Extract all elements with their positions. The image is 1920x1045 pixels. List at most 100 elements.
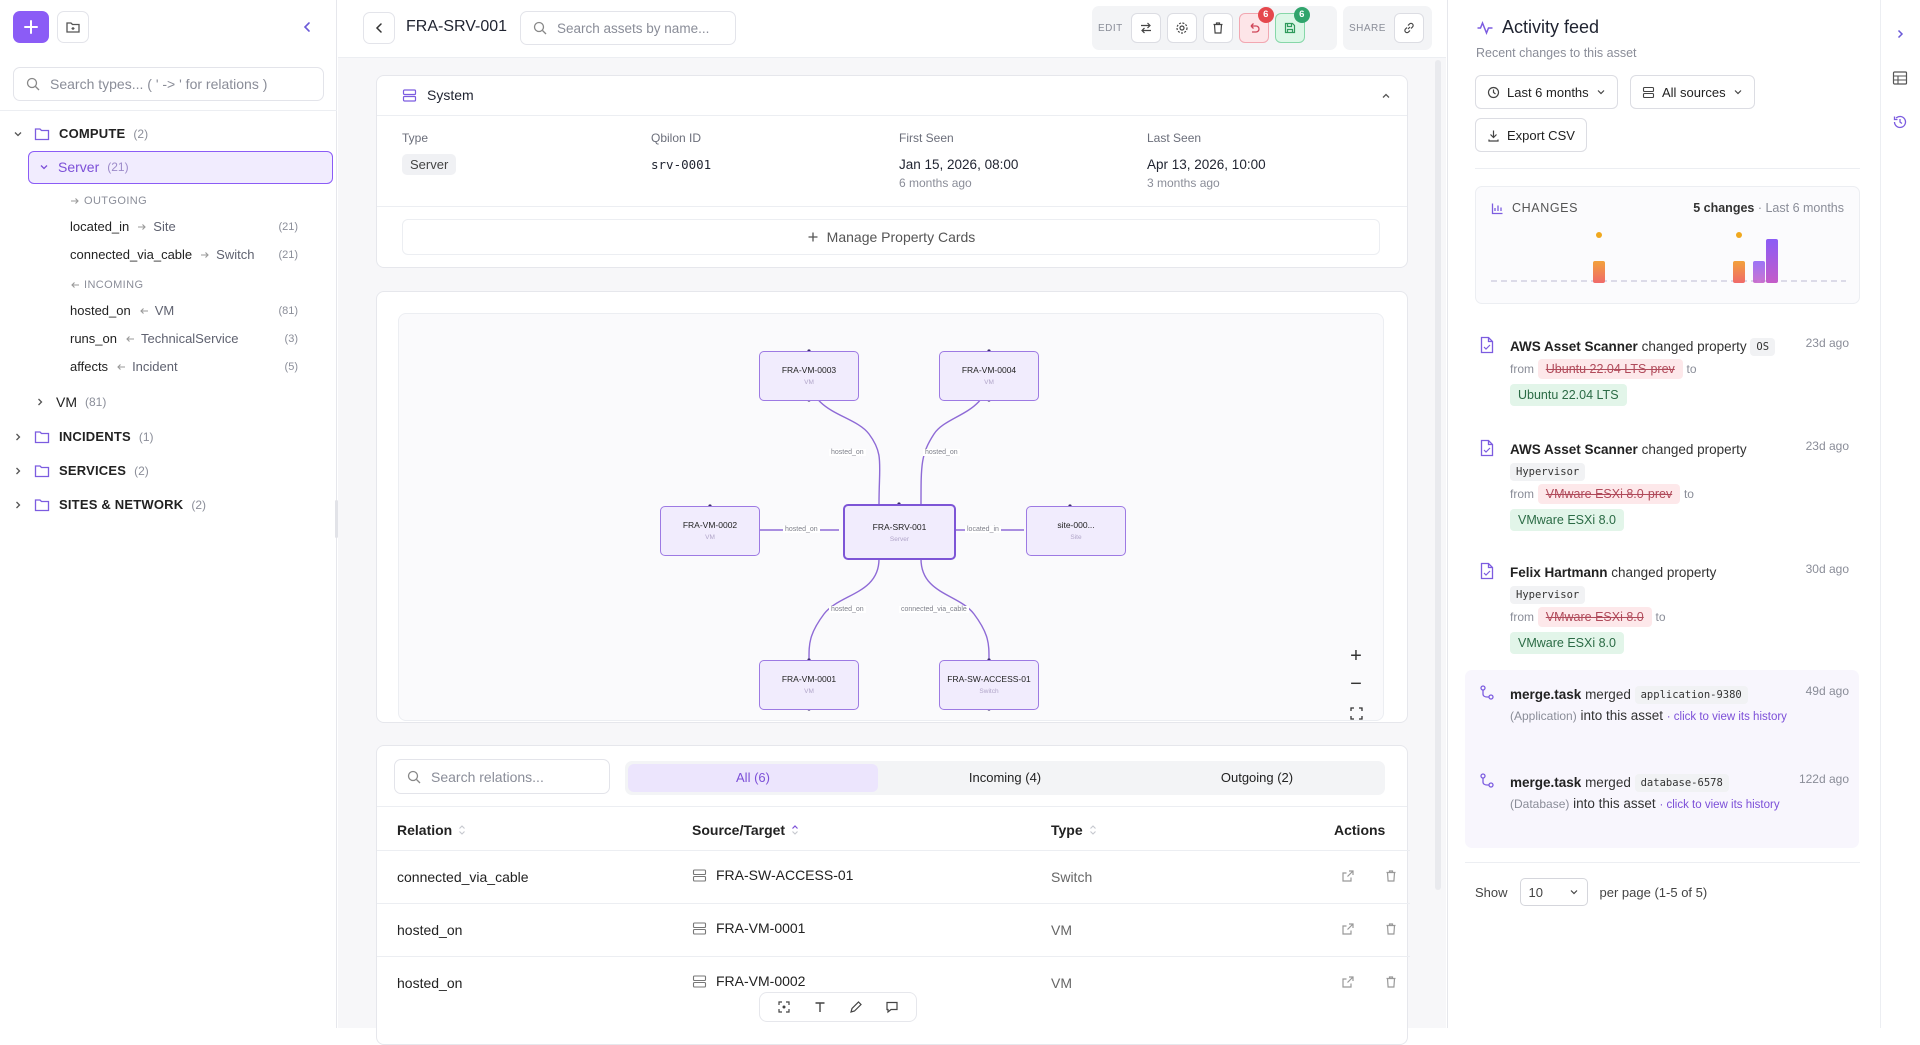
tree-category-sites-network[interactable]: SITES & NETWORK (2) [12,497,206,512]
arrow-left-icon [139,306,149,316]
tree-category-services[interactable]: SERVICES (2) [12,463,149,478]
main-scrollbar[interactable] [1435,60,1441,890]
open-external-icon[interactable] [1341,975,1355,989]
server-icon [1642,86,1655,99]
view-history-link[interactable]: · click to view its history [1659,799,1779,811]
graph-node[interactable]: FRA-VM-0003 VM [759,351,859,401]
cell-target[interactable]: FRA-VM-0002 [692,973,805,989]
text-tool-icon[interactable] [813,1000,827,1014]
open-external-icon[interactable] [1341,922,1355,936]
relation-filter-tabs: All (6) Incoming (4) Outgoing (2) [625,761,1385,795]
time-range-dropdown[interactable]: Last 6 months [1475,75,1618,109]
graph-node[interactable]: FRA-VM-0004 VM [939,351,1039,401]
gear-icon [1176,22,1188,34]
verb: changed property [1641,339,1747,354]
chevron-left-icon[interactable] [296,16,318,38]
graph-node[interactable]: FRA-VM-0001 VM [759,660,859,710]
file-change-icon [1478,562,1496,580]
tree-category-incidents[interactable]: INCIDENTS (1) [12,429,154,444]
tree-type-server-row[interactable]: Server (21) [38,159,129,175]
swap-button[interactable] [1130,13,1161,43]
feed-item-merge[interactable]: merge.task merged application-9380 (Appl… [1470,684,1855,754]
relations-search-input[interactable]: Search relations... [394,759,610,794]
edit-label: EDIT [1098,22,1123,34]
settings-button[interactable] [1166,13,1197,43]
graph-node[interactable]: FRA-VM-0002 VM [660,506,760,556]
fit-view-icon[interactable] [1343,700,1369,720]
pen-tool-icon[interactable] [849,1000,863,1014]
graph-node[interactable]: site-000... Site [1026,506,1126,556]
feed-item-merge[interactable]: merge.task merged database-6578 (Databas… [1470,772,1855,842]
save-button[interactable]: 6 [1274,7,1310,43]
feed-item-property-change[interactable]: AWS Asset Scanner changed property Hyper… [1470,439,1855,539]
graph-canvas[interactable]: hosted_on hosted_on hosted_on located_in… [398,313,1384,721]
trash-icon[interactable] [1384,975,1398,989]
page-size-select[interactable]: 10 [1519,878,1588,906]
relation-item[interactable]: affects Incident (5) [70,359,298,374]
delete-button[interactable] [1202,13,1233,43]
graph-node[interactable]: FRA-SW-ACCESS-01 Switch [939,660,1039,710]
verb: changed property [1641,442,1747,457]
cell-relation: hosted_on [397,922,463,938]
chevron-right-icon[interactable] [1894,28,1906,40]
column-header-relation[interactable]: Relation [397,822,466,838]
feed-item-body: Felix Hartmann changed property Hypervis… [1510,562,1810,654]
trash-icon[interactable] [1384,869,1398,883]
annotation-toolbar [759,992,917,1022]
undo-button[interactable]: 6 [1238,7,1274,43]
cell-target[interactable]: FRA-VM-0001 [692,920,805,936]
relation-item[interactable]: runs_on TechnicalService (3) [70,331,298,346]
tab-all[interactable]: All (6) [628,764,878,792]
manage-property-cards-button[interactable]: Manage Property Cards [402,219,1380,255]
arrow-right-icon [200,250,210,260]
asset-search-input[interactable]: Search assets by name... [520,11,736,45]
table-row[interactable]: hosted_on FRA-VM-0001 VM [377,903,1410,956]
relation-item[interactable]: connected_via_cable Switch (21) [70,247,298,262]
sort-icon [458,824,466,836]
target-name: FRA-SW-ACCESS-01 [716,867,854,883]
changes-sparkline-card: CHANGES 5 changes · Last 6 months [1475,186,1860,304]
relation-count: (81) [278,304,298,317]
page-title: FRA-SRV-001 [406,18,508,35]
copy-link-button[interactable] [1393,13,1424,43]
system-card-header: System [402,87,474,103]
sources-dropdown[interactable]: All sources [1630,75,1755,109]
right-rail [1880,0,1920,1028]
arrow-left-icon [116,362,126,372]
undo-count-badge: 6 [1257,7,1274,23]
column-header-type[interactable]: Type [1051,822,1097,838]
category-count: (2) [133,126,149,141]
trash-icon[interactable] [1384,922,1398,936]
tree-type-vm[interactable]: VM (81) [34,394,106,410]
to-word: to [1655,610,1666,624]
from-word: from [1510,610,1534,624]
type-search-input[interactable]: Search types... ( ' -> ' for relations ) [13,67,324,101]
feed-item-property-change[interactable]: Felix Hartmann changed property Hypervis… [1470,562,1855,662]
table-row[interactable]: connected_via_cable FRA-SW-ACCESS-01 Swi… [377,850,1410,903]
relation-item[interactable]: hosted_on VM (81) [70,303,298,318]
chevron-right-icon [12,431,24,443]
relation-item[interactable]: located_in Site (21) [70,219,298,234]
search-icon [26,77,40,91]
graph-node-center[interactable]: FRA-SRV-001 Server [843,504,956,560]
open-external-icon[interactable] [1341,869,1355,883]
chevron-up-icon[interactable] [1377,87,1395,105]
zoom-out-button[interactable]: − [1343,672,1369,698]
column-header-source-target[interactable]: Source/Target [692,822,799,838]
add-button[interactable] [13,11,49,43]
tree-category-compute[interactable]: COMPUTE (2) [12,126,148,141]
cell-target[interactable]: FRA-SW-ACCESS-01 [692,867,853,883]
tab-outgoing[interactable]: Outgoing (2) [1132,764,1382,792]
chevron-down-icon [38,161,50,173]
comment-tool-icon[interactable] [885,1000,899,1014]
back-button[interactable] [363,12,395,44]
tab-incoming[interactable]: Incoming (4) [880,764,1130,792]
select-region-icon[interactable] [777,1000,791,1014]
export-csv-button[interactable]: Export CSV [1475,118,1587,152]
zoom-in-button[interactable]: + [1343,644,1369,670]
table-icon[interactable] [1892,70,1908,86]
feed-item-property-change[interactable]: AWS Asset Scanner changed property OS fr… [1470,336,1855,416]
view-history-link[interactable]: · click to view its history [1667,711,1787,723]
folder-icon[interactable] [57,11,89,43]
history-icon[interactable] [1892,114,1908,130]
